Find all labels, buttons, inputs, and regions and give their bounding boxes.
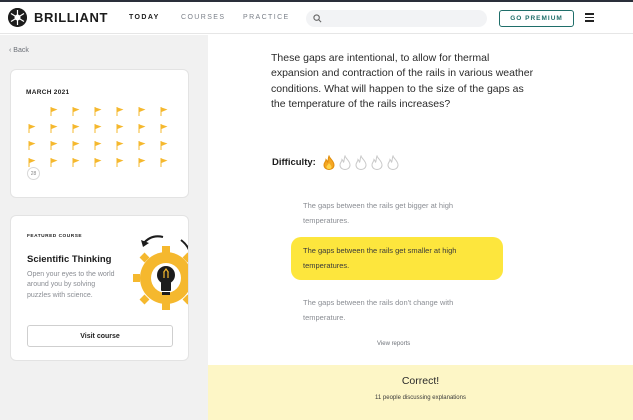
brilliant-logo-icon: [8, 8, 27, 27]
lightbulb-gear-illustration: [133, 235, 188, 310]
streak-flag-icon: [72, 124, 80, 133]
top-bar: BRILLIANT TODAY COURSES PRACTICE GO PREM…: [0, 0, 633, 34]
streak-flag-icon: [28, 141, 36, 150]
course-description: Open your eyes to the world around you b…: [27, 271, 115, 299]
view-reports-link[interactable]: View reports: [377, 341, 410, 347]
flame-icon-empty: [355, 155, 367, 170]
streak-flag-icon: [138, 124, 146, 133]
nav-today[interactable]: TODAY: [129, 14, 160, 21]
streak-flag-icon: [160, 158, 168, 167]
flame-icon-empty: [339, 155, 351, 170]
streak-flag-icon: [28, 124, 36, 133]
streak-flag-icon: [138, 158, 146, 167]
flame-icon-empty: [371, 155, 383, 170]
answer-option-label: The gaps between the rails get smaller a…: [303, 246, 457, 270]
streak-flag-icon: [72, 141, 80, 150]
streak-flag-icon: [116, 158, 124, 167]
back-label: Back: [13, 47, 29, 54]
streak-flag-icon: [50, 124, 58, 133]
streak-flag-icon: [138, 141, 146, 150]
visit-course-button[interactable]: Visit course: [27, 325, 173, 347]
streak-flag-icon: [28, 158, 36, 167]
featured-course-label: FEATURED COURSE: [27, 234, 83, 239]
streak-flag-icon: [138, 107, 146, 116]
streak-flag-icon: [160, 141, 168, 150]
go-premium-button[interactable]: GO PREMIUM: [499, 10, 574, 27]
answer-option-label: The gaps between the rails get bigger at…: [303, 201, 454, 225]
search-icon: [313, 14, 322, 23]
sidebar: ‹ Back MARCH 2021 28 FEATURED COURSE Sci…: [0, 35, 208, 420]
difficulty-label: Difficulty:: [272, 157, 316, 168]
answer-option-1[interactable]: The gaps between the rails get bigger at…: [291, 192, 503, 235]
streak-flag-icon: [116, 107, 124, 116]
result-title: Correct!: [401, 375, 440, 387]
result-banner: Correct! 11 people discussing explanatio…: [208, 365, 633, 420]
featured-course-card: FEATURED COURSE Scientific Thinking Open…: [10, 215, 189, 361]
streak-flag-icon: [94, 107, 102, 116]
streak-calendar-card: MARCH 2021 28: [10, 69, 189, 198]
answer-option-2-selected[interactable]: The gaps between the rails get smaller a…: [291, 237, 503, 280]
streak-flag-icon: [94, 124, 102, 133]
search-input[interactable]: [306, 10, 487, 27]
calendar-day-badge: 28: [27, 167, 40, 180]
streak-flag-icon: [50, 141, 58, 150]
streak-flag-icon: [116, 124, 124, 133]
streak-flag-icon: [116, 141, 124, 150]
question-text: These gaps are intentional, to allow for…: [271, 52, 534, 111]
hamburger-menu-icon[interactable]: [585, 13, 594, 22]
answer-option-3[interactable]: The gaps between the rails don't change …: [291, 289, 503, 332]
streak-flag-icon: [160, 124, 168, 133]
streak-flag-icon: [72, 158, 80, 167]
streak-flag-icon: [94, 158, 102, 167]
difficulty-rating: Difficulty:: [272, 155, 402, 170]
nav-practice[interactable]: PRACTICE: [243, 14, 290, 21]
discussion-count-link[interactable]: 11 people discussing explanations: [208, 395, 633, 401]
flame-icon-empty: [387, 155, 399, 170]
streak-flag-icon: [50, 107, 58, 116]
brand-name: BRILLIANT: [34, 10, 108, 25]
streak-flag-icon: [72, 107, 80, 116]
answer-option-label: The gaps between the rails don't change …: [303, 298, 454, 322]
brand-logo[interactable]: BRILLIANT: [8, 8, 108, 27]
nav-courses[interactable]: COURSES: [181, 14, 225, 21]
calendar-month: MARCH 2021: [26, 89, 70, 96]
back-link[interactable]: ‹ Back: [9, 47, 29, 54]
flame-icon-filled: [323, 155, 335, 170]
course-title: Scientific Thinking: [27, 254, 112, 265]
difficulty-flames: [322, 155, 402, 170]
streak-flag-icon: [94, 141, 102, 150]
streak-flag-icon: [50, 158, 58, 167]
streak-flag-icon: [160, 107, 168, 116]
